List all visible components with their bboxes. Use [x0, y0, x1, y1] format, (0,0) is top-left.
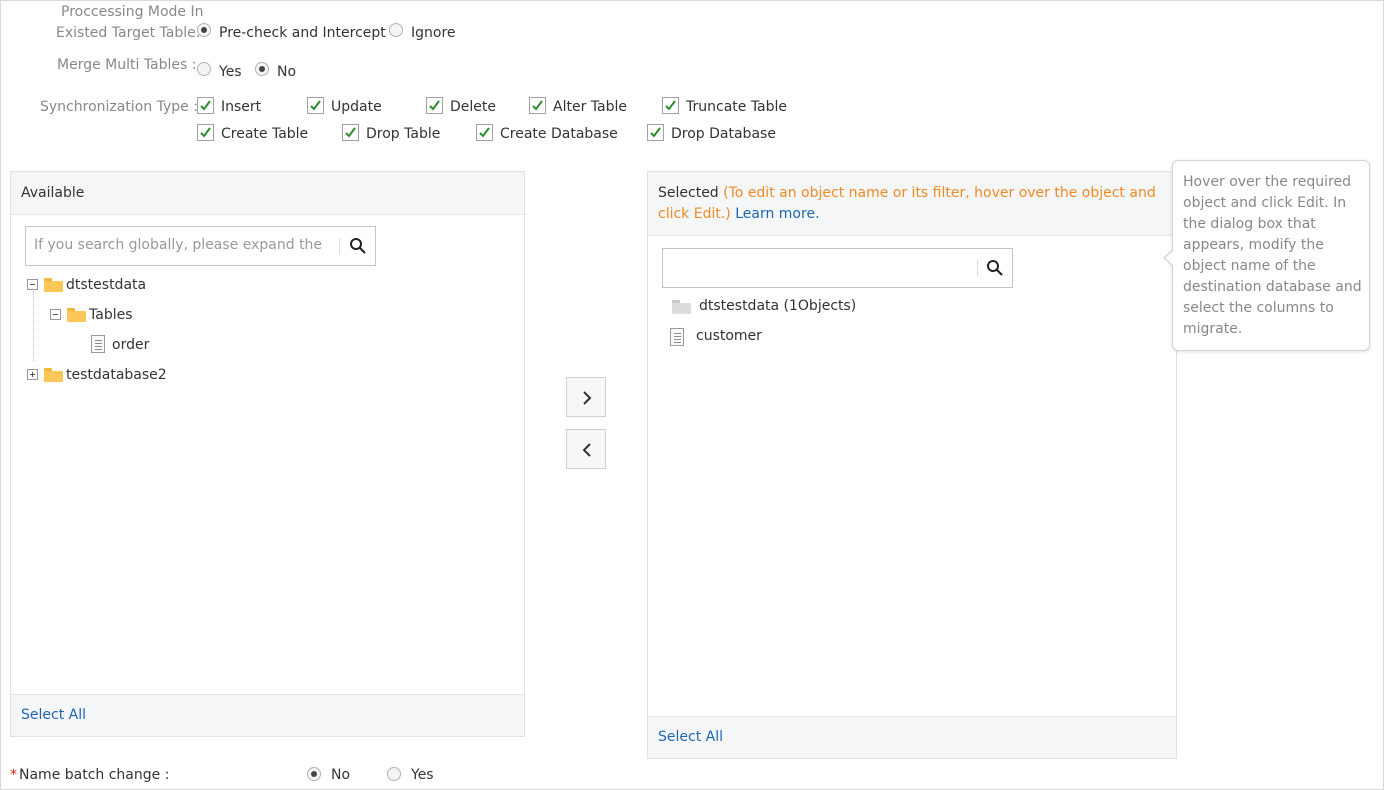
move-left-button[interactable]	[566, 429, 606, 469]
processing-mode-ignore-radio[interactable]	[389, 23, 403, 37]
tree-folder-tables[interactable]: Tables	[89, 307, 133, 323]
selected-panel: Selected (To edit an object name or its …	[647, 171, 1177, 759]
collapse-icon[interactable]	[50, 309, 61, 320]
edit-help-tooltip: Hover over the required object and click…	[1163, 160, 1370, 351]
search-icon[interactable]	[349, 237, 367, 255]
search-separator	[977, 260, 978, 276]
learn-more-link[interactable]: Learn more.	[735, 206, 819, 222]
checkmark-icon	[532, 100, 543, 111]
selected-header-text: Selected (To edit an object name or its …	[658, 183, 1173, 225]
checkmark-icon	[479, 127, 490, 138]
move-right-button[interactable]	[566, 377, 606, 417]
checkmark-icon	[200, 127, 211, 138]
sync-create-database-checkbox[interactable]	[476, 124, 493, 141]
sync-drop-database-label[interactable]: Drop Database	[671, 126, 776, 142]
merge-multi-tables-label: Merge Multi Tables :	[57, 57, 197, 73]
processing-mode-label-line1: Proccessing Mode In	[61, 4, 204, 20]
selected-hint: (To edit an object name or its filter, h…	[658, 185, 1156, 222]
merge-yes-radio[interactable]	[197, 62, 211, 76]
table-icon	[670, 328, 684, 346]
name-batch-no-radio[interactable]	[307, 767, 321, 781]
selected-search-input[interactable]	[662, 248, 1013, 288]
sync-create-table-label[interactable]: Create Table	[221, 126, 308, 142]
name-batch-yes-radio[interactable]	[387, 767, 401, 781]
name-batch-no-label[interactable]: No	[331, 767, 350, 783]
chevron-right-icon	[583, 391, 592, 405]
chevron-left-icon	[582, 443, 591, 457]
available-panel-footer: Select All	[11, 694, 524, 736]
expand-icon[interactable]	[27, 369, 38, 380]
sync-update-checkbox[interactable]	[307, 97, 324, 114]
folder-icon	[67, 308, 86, 322]
search-separator	[339, 238, 340, 254]
processing-mode-label-line2: Existed Target Table:	[56, 25, 201, 41]
selected-panel-footer: Select All	[648, 716, 1176, 758]
checkmark-icon	[200, 100, 211, 111]
selected-tree-table-customer[interactable]: customer	[696, 328, 762, 344]
collapse-icon[interactable]	[27, 279, 38, 290]
checkmark-icon	[310, 100, 321, 111]
checkmark-icon	[345, 127, 356, 138]
sync-drop-database-checkbox[interactable]	[647, 124, 664, 141]
merge-no-radio[interactable]	[255, 62, 269, 76]
sync-delete-checkbox[interactable]	[426, 97, 443, 114]
merge-no-label[interactable]: No	[277, 64, 296, 80]
available-title: Available	[21, 185, 85, 201]
sync-insert-checkbox[interactable]	[197, 97, 214, 114]
sync-truncate-table-checkbox[interactable]	[662, 97, 679, 114]
selected-title: Selected	[658, 185, 719, 201]
available-panel-header: Available	[11, 172, 524, 215]
tree-db-dtstestdata[interactable]: dtstestdata	[66, 277, 146, 293]
tree-table-order[interactable]: order	[112, 337, 149, 353]
sync-truncate-table-label[interactable]: Truncate Table	[686, 99, 787, 115]
search-icon[interactable]	[986, 259, 1004, 277]
tooltip-text: Hover over the required object and click…	[1183, 174, 1362, 337]
sync-create-table-checkbox[interactable]	[197, 124, 214, 141]
sync-update-label[interactable]: Update	[331, 99, 382, 115]
merge-yes-label[interactable]: Yes	[219, 64, 242, 80]
processing-mode-precheck-radio[interactable]	[197, 23, 211, 37]
sync-delete-label[interactable]: Delete	[450, 99, 496, 115]
name-batch-yes-label[interactable]: Yes	[411, 767, 434, 783]
folder-icon	[44, 278, 63, 292]
folder-icon	[672, 300, 691, 314]
available-select-all-link[interactable]: Select All	[21, 707, 86, 723]
processing-mode-ignore-label[interactable]: Ignore	[411, 25, 456, 41]
sync-create-database-label[interactable]: Create Database	[500, 126, 618, 142]
available-search-input[interactable]: If you search globally, please expand th…	[25, 226, 376, 266]
sync-alter-table-checkbox[interactable]	[529, 97, 546, 114]
tree-db-testdatabase2[interactable]: testdatabase2	[66, 367, 167, 383]
checkmark-icon	[650, 127, 661, 138]
available-search-placeholder: If you search globally, please expand th…	[34, 237, 323, 253]
available-panel: Available If you search globally, please…	[10, 171, 525, 737]
tree-guide-line	[33, 291, 34, 361]
selected-panel-header: Selected (To edit an object name or its …	[648, 172, 1176, 236]
folder-icon	[44, 368, 63, 382]
required-mark: *	[10, 767, 17, 783]
sync-alter-table-label[interactable]: Alter Table	[553, 99, 627, 115]
name-batch-change-label: Name batch change :	[19, 767, 170, 783]
selected-tree-db[interactable]: dtstestdata (1Objects)	[699, 298, 856, 314]
processing-mode-precheck-label[interactable]: Pre-check and Intercept	[219, 25, 386, 41]
sync-insert-label[interactable]: Insert	[221, 99, 261, 115]
sync-drop-table-label[interactable]: Drop Table	[366, 126, 440, 142]
selected-select-all-link[interactable]: Select All	[658, 729, 723, 745]
checkmark-icon	[665, 100, 676, 111]
checkmark-icon	[429, 100, 440, 111]
sync-drop-table-checkbox[interactable]	[342, 124, 359, 141]
table-icon	[91, 335, 105, 353]
sync-type-label: Synchronization Type :	[40, 99, 198, 115]
